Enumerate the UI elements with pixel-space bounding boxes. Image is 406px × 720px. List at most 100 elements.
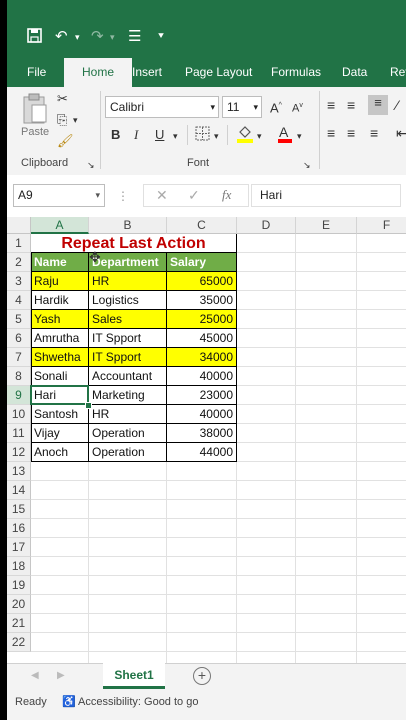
table-cell-salary[interactable]: 23000: [167, 386, 237, 405]
customize-qat-icon[interactable]: ⯆: [157, 28, 165, 46]
formula-input[interactable]: Hari: [251, 184, 401, 207]
align-bottom-icon[interactable]: ≡: [368, 95, 388, 115]
column-header-c[interactable]: C: [167, 217, 237, 234]
redo-dropdown-icon[interactable]: ▾: [110, 28, 115, 46]
scroll-left-icon[interactable]: ◀: [31, 670, 39, 681]
row-header-13[interactable]: 13: [7, 462, 31, 481]
spreadsheet-grid[interactable]: A B C D E F 1 2 3 4 5 6 7 8 9 10 11 12 13 14 15 16 17 18 19 20 21 2…: [7, 217, 406, 663]
tab-file[interactable]: File: [27, 58, 46, 87]
tab-formulas[interactable]: Formulas: [271, 58, 321, 87]
underline-button[interactable]: U: [155, 127, 164, 143]
column-header-f[interactable]: F: [357, 217, 406, 234]
column-header-e[interactable]: E: [296, 217, 357, 234]
fill-color-dropdown-icon[interactable]: ▾: [257, 128, 262, 144]
row-header-21[interactable]: 21: [7, 614, 31, 633]
cut-icon[interactable]: ✂: [57, 91, 68, 107]
tab-rev[interactable]: Rev: [390, 58, 406, 87]
borders-dropdown-icon[interactable]: ▾: [214, 128, 219, 144]
italic-button[interactable]: I: [134, 127, 138, 143]
grow-font-icon[interactable]: A^: [270, 98, 282, 116]
header-cell-salary[interactable]: Salary: [167, 253, 237, 272]
tab-insert[interactable]: Insert: [132, 58, 162, 87]
row-header-14[interactable]: 14: [7, 481, 31, 500]
row-header-10[interactable]: 10: [7, 405, 31, 424]
fill-handle[interactable]: [85, 402, 92, 409]
row-header-9[interactable]: 9: [7, 386, 31, 405]
row-header-22[interactable]: 22: [7, 633, 31, 652]
shrink-font-icon[interactable]: Av: [292, 98, 303, 117]
enter-icon[interactable]: ✓: [188, 185, 200, 205]
format-painter-icon[interactable]: 🖌: [57, 133, 74, 149]
table-cell-salary[interactable]: 45000: [167, 329, 237, 348]
align-center-icon[interactable]: ≡: [347, 125, 355, 141]
row-header-18[interactable]: 18: [7, 557, 31, 576]
row-header-16[interactable]: 16: [7, 519, 31, 538]
row-header-2[interactable]: 2: [7, 253, 31, 272]
copy-icon[interactable]: ⎘: [57, 112, 67, 128]
row-header-19[interactable]: 19: [7, 576, 31, 595]
underline-dropdown-icon[interactable]: ▾: [173, 128, 178, 144]
paste-label[interactable]: Paste: [21, 124, 49, 140]
align-top-icon[interactable]: ≡: [327, 97, 335, 113]
table-cell-name[interactable]: Hardik: [31, 291, 89, 310]
tab-page-layout[interactable]: Page Layout: [185, 58, 252, 87]
table-cell-dept[interactable]: Operation: [89, 443, 167, 462]
save-icon[interactable]: [27, 28, 42, 48]
undo-icon[interactable]: ↶: [55, 28, 68, 46]
table-cell-name[interactable]: Sonali: [31, 367, 89, 386]
table-cell-salary[interactable]: 65000: [167, 272, 237, 291]
column-header-a[interactable]: A: [31, 217, 89, 234]
row-header-3[interactable]: 3: [7, 272, 31, 291]
table-cell-dept[interactable]: Logistics: [89, 291, 167, 310]
table-cell-dept[interactable]: HR: [89, 405, 167, 424]
tab-data[interactable]: Data: [342, 58, 367, 87]
row-header-12[interactable]: 12: [7, 443, 31, 462]
table-cell-dept[interactable]: Operation: [89, 424, 167, 443]
font-name-select[interactable]: Calibri ▾: [105, 96, 219, 118]
clipboard-launcher-icon[interactable]: ↘: [87, 157, 95, 173]
table-cell-name[interactable]: Anoch: [31, 443, 89, 462]
row-header-6[interactable]: 6: [7, 329, 31, 348]
row-header-20[interactable]: 20: [7, 595, 31, 614]
name-box[interactable]: A9 ▾: [13, 184, 105, 207]
indent-icon[interactable]: ⇤: [396, 125, 406, 141]
redo-icon[interactable]: ↷: [91, 28, 104, 46]
row-header-11[interactable]: 11: [7, 424, 31, 443]
scroll-right-icon[interactable]: ▶: [57, 670, 65, 681]
table-cell-salary[interactable]: 44000: [167, 443, 237, 462]
borders-icon[interactable]: [195, 126, 210, 145]
row-header-4[interactable]: 4: [7, 291, 31, 310]
table-cell-salary[interactable]: 40000: [167, 405, 237, 424]
table-cell-dept[interactable]: HR: [89, 272, 167, 291]
bold-button[interactable]: B: [111, 127, 120, 143]
table-cell-name[interactable]: Santosh: [31, 405, 89, 424]
font-color-icon[interactable]: A: [277, 124, 293, 147]
font-size-select[interactable]: 11 ▾: [222, 96, 262, 118]
table-cell-dept[interactable]: Marketing: [89, 386, 167, 405]
insert-function-icon[interactable]: fx: [222, 185, 231, 205]
table-cell-salary[interactable]: 38000: [167, 424, 237, 443]
table-cell-salary[interactable]: 35000: [167, 291, 237, 310]
table-cell-salary[interactable]: 40000: [167, 367, 237, 386]
font-launcher-icon[interactable]: ↘: [303, 157, 311, 173]
table-cell-name[interactable]: Amrutha: [31, 329, 89, 348]
row-header-15[interactable]: 15: [7, 500, 31, 519]
table-cell-name[interactable]: Raju: [31, 272, 89, 291]
table-cell-salary[interactable]: 34000: [167, 348, 237, 367]
column-header-b[interactable]: B: [89, 217, 167, 234]
title-cell[interactable]: Repeat Last Action: [31, 234, 237, 253]
table-cell-name[interactable]: Yash: [31, 310, 89, 329]
align-right-icon[interactable]: ≡: [370, 125, 378, 141]
form-icon[interactable]: ☰: [128, 28, 141, 46]
row-header-17[interactable]: 17: [7, 538, 31, 557]
cancel-icon[interactable]: ✕: [156, 185, 168, 205]
fill-color-icon[interactable]: [236, 124, 254, 147]
undo-dropdown-icon[interactable]: ▾: [75, 28, 80, 46]
table-cell-dept[interactable]: Accountant: [89, 367, 167, 386]
sheet-tab-sheet1[interactable]: Sheet1: [103, 663, 165, 689]
row-header-7[interactable]: 7: [7, 348, 31, 367]
row-header-1[interactable]: 1: [7, 234, 31, 253]
select-all-corner[interactable]: [7, 217, 31, 234]
add-sheet-icon[interactable]: +: [193, 667, 211, 685]
table-cell-name[interactable]: Shwetha: [31, 348, 89, 367]
